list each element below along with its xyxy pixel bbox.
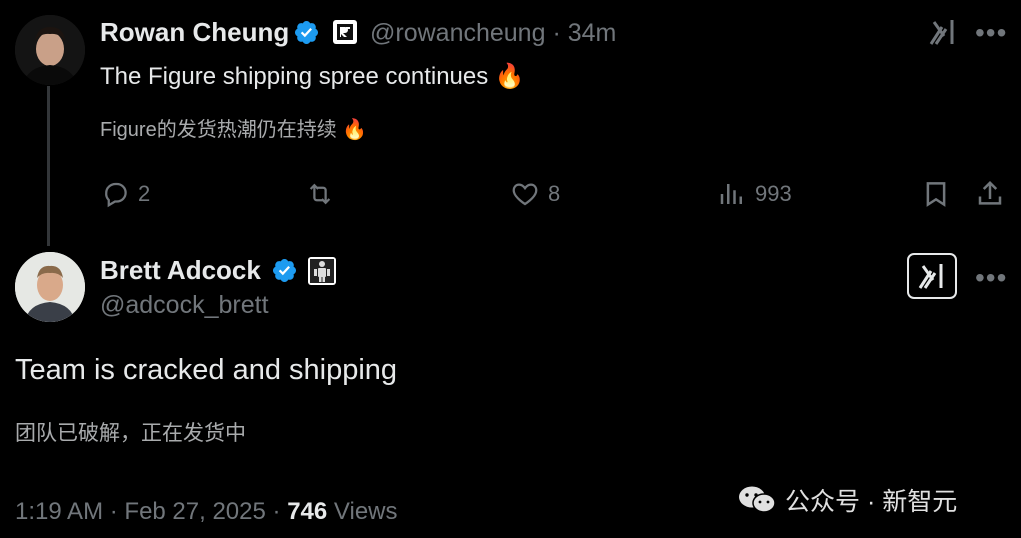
bookmark-button[interactable] [921, 179, 951, 209]
post-time[interactable]: 1:19 AM [15, 498, 103, 525]
author-name[interactable]: Rowan Cheung [100, 17, 289, 48]
views-count: 746 [287, 498, 328, 525]
share-icon [978, 180, 1002, 205]
grok-icon[interactable] [928, 18, 958, 51]
repost-icon [309, 183, 331, 205]
thread-connector-line [47, 86, 50, 246]
avatar-brett-adcock[interactable] [15, 252, 85, 322]
watermark-text: 公众号 · 新智元 [785, 488, 958, 516]
like-button[interactable]: 8 [510, 179, 560, 209]
meta-separator: · [272, 498, 281, 525]
author-handle[interactable]: @rowancheung [370, 19, 546, 47]
wechat-icon [739, 486, 776, 513]
author-name[interactable]: Brett Adcock [100, 255, 261, 286]
reply-count: 2 [138, 181, 151, 206]
author-handle[interactable]: @adcock_brett [100, 291, 269, 320]
post-date[interactable]: Feb 27, 2025 [124, 498, 265, 525]
grok-icon[interactable] [907, 253, 957, 299]
heart-icon [512, 183, 538, 206]
watermark: 公众号 · 新智元 [737, 482, 957, 518]
tweet2-meta-footer: 1:19 AM · Feb 27, 2025 · 746 Views [15, 498, 398, 526]
more-options-icon[interactable]: ••• [975, 262, 1007, 294]
post-time[interactable]: 34m [568, 19, 617, 47]
reply-icon [105, 182, 127, 208]
figure-affiliate-badge-icon[interactable] [308, 257, 336, 285]
bookmark-icon [926, 182, 946, 207]
views-button[interactable]: 993 [717, 179, 792, 209]
tweet1-translation: Figure的发货热潮仍在持续 🔥 [100, 119, 368, 141]
tweet1-handle-meta: @rowancheung · 34m [370, 19, 616, 48]
views-chart-icon [720, 184, 742, 204]
share-button[interactable] [975, 179, 1005, 209]
avatar-rowan-cheung[interactable] [15, 15, 85, 85]
tweet2-text: Team is cracked and shipping [15, 354, 398, 386]
repost-button[interactable] [305, 179, 335, 209]
verified-badge-icon [293, 19, 320, 51]
tweet1-text: The Figure shipping spree continues 🔥 [100, 63, 525, 90]
verified-badge-icon [271, 257, 298, 289]
affiliate-badge-icon[interactable] [333, 20, 357, 44]
tweet2-translation: 团队已破解，正在发货中 [15, 422, 246, 445]
meta-separator: · [109, 498, 118, 525]
views-label: Views [333, 498, 398, 525]
reply-button[interactable]: 2 [100, 179, 150, 209]
meta-separator: · [552, 19, 561, 47]
like-count: 8 [548, 181, 561, 206]
views-count: 993 [755, 181, 792, 206]
more-options-icon[interactable]: ••• [975, 17, 1007, 49]
